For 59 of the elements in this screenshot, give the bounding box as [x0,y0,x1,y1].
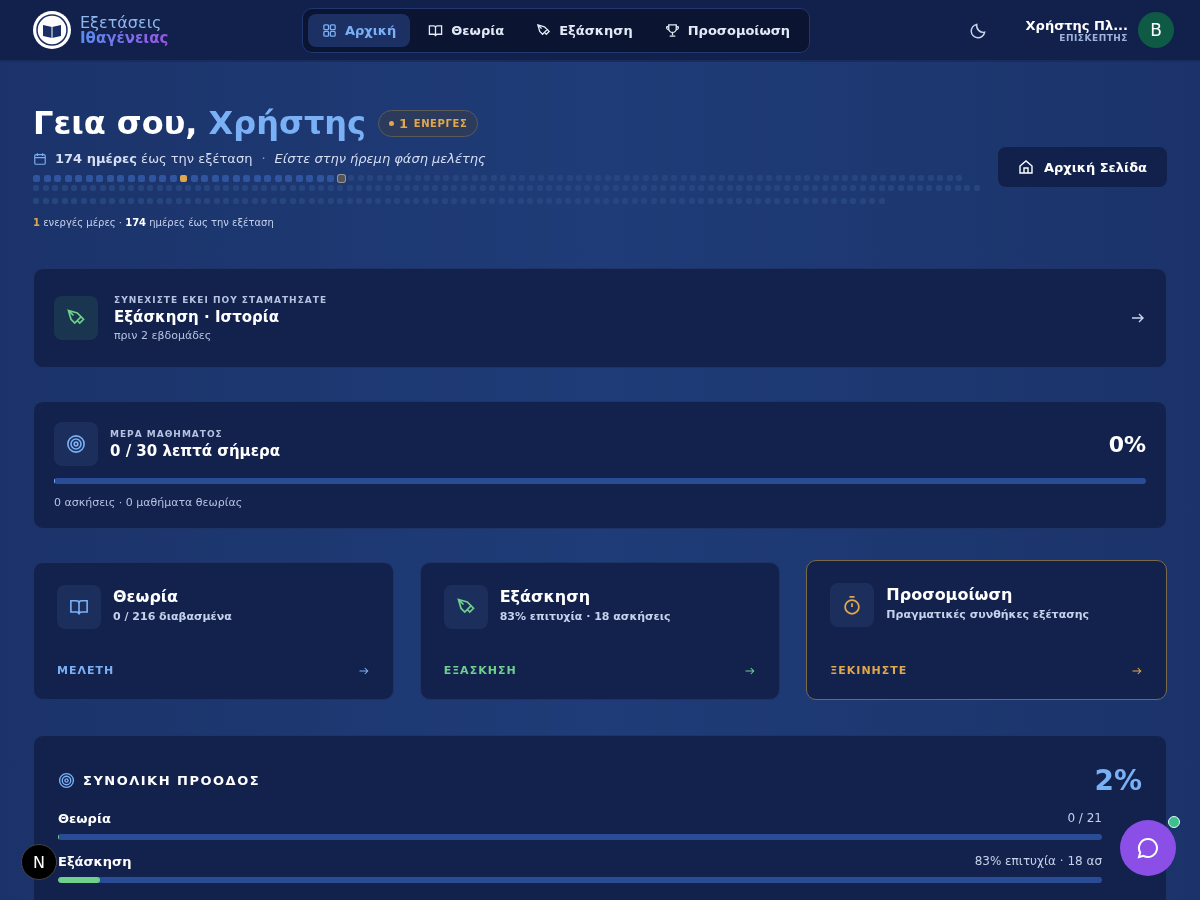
daily-label: ΜΕΡΑ ΜΑΘΗΜΑΤΟΣ [110,428,224,439]
mode-card[interactable]: Θεωρία 0 / 216 διαβασμένα ΜΕΛΕΤΗ [33,562,394,701]
mode-subtitle: 83% επιτυχία · 18 ασκήσεις [499,610,671,624]
nav-tab[interactable]: Εξάσκηση [522,13,647,47]
resume-label: ΣΥΝΕΧΙΣΤΕ ΕΚΕΙ ΠΟΥ ΣΤΑΜΑΤΗΣΑΤΕ [114,294,329,305]
greeting-heading: Γεια σου, Χρήστης [33,106,367,142]
daily-percent: 0% [1108,431,1146,457]
book-icon [428,22,444,38]
pen-icon [536,22,552,38]
moon-icon[interactable] [969,21,988,39]
brand-title: Εξετάσεις [80,14,162,31]
user-name: Χρήστης Πλ... [1025,17,1128,33]
dev-badge[interactable]: N [21,844,57,880]
mode-title: Θεωρία [113,587,180,607]
pen-icon [443,585,488,630]
progress-title: ΣΥΝΟΛΙΚΗ ΠΡΟΟΔΟΣ [83,773,261,789]
trophy-icon [664,22,680,38]
resume-time: πριν 2 εβδομάδες [114,328,213,342]
grid-icon [322,22,337,38]
mode-title: Εξάσκηση [499,587,592,607]
progress-value: 0 / 21 [1067,811,1102,827]
progress-label: Εξάσκηση [58,854,132,870]
brand-subtitle: Ιθαγένειας [80,30,169,46]
activity-summary: 1 ενεργές μέρες · 174 ημέρες έως την εξέταση [33,217,275,229]
stopwatch-icon [830,583,875,628]
mode-action-link[interactable]: ΞΕΚΙΝΗΣΤΕ [830,664,908,678]
resume-title: Εξάσκηση · Ιστορία [114,307,280,326]
mode-card[interactable]: Προσομοίωση Πραγματικές συνθήκες εξέτασης ΞΕΚΙΝΗΣΤΕ [806,560,1167,701]
calendar-icon [33,151,47,166]
daily-detail: 0 ασκήσεις · 0 μαθήματα θεωρίας [54,496,244,510]
home-button[interactable]: Αρχική Σελίδα [997,147,1167,187]
mode-card[interactable]: Εξάσκηση 83% επιτυχία · 18 ασκήσεις ΕΞΑΣΚΗΣΗ [419,562,781,701]
phase-text: Είστε στην ήρεμη φάση μελέτης [274,151,486,167]
separator-dot: · [261,151,266,167]
active-badge: 1 ΕΝΕΡΓΕΣ [378,110,479,138]
mode-action-link[interactable]: ΕΞΑΣΚΗΣΗ [443,664,517,678]
user-role: ΕΠΙΣΚΕΠΤΗΣ [1059,32,1128,43]
resume-card[interactable]: ΣΥΝΕΧΙΣΤΕ ΕΚΕΙ ΠΟΥ ΣΤΑΜΑΤΗΣΑΤΕ Εξάσκηση · Ιστορία πριν 2 εβδομάδες [33,268,1167,369]
mode-action-link[interactable]: ΜΕΛΕΤΗ [57,664,115,678]
user-avatar[interactable]: B [1138,12,1174,48]
chat-icon [1136,836,1160,860]
target-icon [54,422,98,467]
progress-percent: 2% [1094,764,1142,798]
target-icon [58,772,75,790]
seal-logo-icon [32,10,72,50]
nav-tab[interactable]: Αρχική [308,13,411,47]
daily-title: 0 / 30 λεπτά σήμερα [110,441,282,460]
countdown-text: 174 ημέρες έως την εξέταση [55,151,253,167]
home-icon [1017,159,1034,175]
mode-title: Προσομοίωση [886,585,1014,605]
mode-subtitle: Πραγματικές συνθήκες εξέτασης [886,608,1090,622]
nav-tab[interactable]: Προσομοίωση [650,13,805,47]
mode-subtitle: 0 / 216 διαβασμένα [113,610,232,624]
nav-tab[interactable]: Θεωρία [414,13,519,47]
pen-icon [54,296,98,341]
book-icon [57,585,101,630]
online-dot [1168,816,1180,828]
progress-value: 83% επιτυχία · 18 ασ [974,854,1102,870]
progress-label: Θεωρία [58,811,111,827]
